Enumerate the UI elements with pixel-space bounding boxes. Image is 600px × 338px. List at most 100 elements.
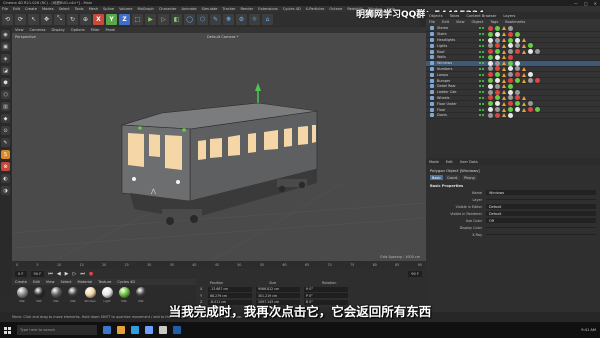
material-tag-icon[interactable] [495, 60, 500, 66]
tool-icon-18[interactable]: ⚙ [236, 13, 247, 25]
material-tag-icon[interactable] [515, 66, 520, 72]
taskbar-app-icon[interactable] [145, 326, 153, 334]
material-tag-icon[interactable] [508, 66, 513, 72]
phong-tag-icon[interactable] [502, 101, 506, 106]
phong-tag-icon[interactable] [502, 72, 506, 77]
material-tag-icon[interactable] [495, 31, 500, 37]
material-menu-material[interactable]: Material [78, 280, 93, 284]
left-tool-icon-1[interactable]: ▣ [1, 42, 10, 51]
menu-item-select[interactable]: Select [59, 7, 70, 11]
tool-icon-11[interactable]: ▶ [145, 13, 156, 25]
visibility-dots[interactable] [479, 79, 484, 82]
step-forward-icon[interactable]: ▷ [73, 271, 77, 277]
menu-item-mesh[interactable]: Mesh [89, 7, 98, 11]
visibility-dots[interactable] [479, 102, 484, 105]
tool-icon-20[interactable]: ⌂ [262, 13, 273, 25]
material-tag-icon[interactable] [495, 25, 500, 31]
menu-item-animate[interactable]: Animate [182, 7, 197, 11]
material-tag-icon[interactable] [495, 78, 500, 84]
step-back-icon[interactable]: ◀ [57, 271, 61, 277]
material-tag-icon[interactable] [488, 101, 493, 107]
material-tag-icon[interactable] [488, 78, 493, 84]
x-axis-lock-icon[interactable]: X [93, 13, 104, 25]
material-tag-icon[interactable] [495, 101, 500, 107]
material-tag-icon[interactable] [495, 43, 500, 49]
timeline-current-field[interactable]: 90 F [30, 271, 45, 277]
tool-icon-3[interactable]: ✥ [41, 13, 52, 25]
visibility-dots[interactable] [479, 114, 484, 117]
viewport-menu-display[interactable]: Display [52, 28, 65, 32]
material-tag-icon[interactable] [508, 83, 513, 89]
menu-item-cycles-4d[interactable]: Cycles 4D [283, 7, 301, 11]
material-tag-icon[interactable] [528, 49, 533, 55]
phong-tag-icon[interactable] [522, 72, 526, 77]
material-tag-icon[interactable] [488, 83, 493, 89]
visibility-dots[interactable] [479, 73, 484, 76]
tool-icon-10[interactable]: ⬚ [132, 13, 143, 25]
property-value[interactable]: Default [486, 204, 596, 209]
property-value[interactable]: Off [486, 218, 596, 223]
material-menu-texture[interactable]: Texture [98, 280, 111, 284]
close-button[interactable]: ✕ [594, 1, 597, 6]
phong-tag-icon[interactable] [502, 90, 506, 95]
left-tool-icon-7[interactable]: ◆ [1, 114, 10, 123]
viewport[interactable]: Perspective Default Camera * ⋀ Grid Spac… [12, 33, 426, 261]
maximize-button[interactable]: □ [584, 1, 588, 6]
taskbar-app-icon[interactable] [117, 326, 125, 334]
phong-tag-icon[interactable] [502, 84, 506, 89]
visibility-dots[interactable] [479, 67, 484, 70]
material-tag-icon[interactable] [508, 101, 513, 107]
menu-item-simulate[interactable]: Simulate [202, 7, 218, 11]
tool-icon-16[interactable]: ✎ [210, 13, 221, 25]
left-tool-icon-0[interactable]: ◉ [1, 30, 10, 39]
visibility-dots[interactable] [479, 38, 484, 41]
tool-icon-17[interactable]: ❋ [223, 13, 234, 25]
phong-tag-icon[interactable] [522, 49, 526, 54]
phong-tag-icon[interactable] [522, 78, 526, 83]
material-tag-icon[interactable] [508, 37, 513, 43]
material-tag-icon[interactable] [508, 25, 513, 31]
material-tag-icon[interactable] [508, 78, 513, 84]
property-value[interactable] [486, 227, 596, 228]
viewport-menu-panel[interactable]: Panel [106, 28, 116, 32]
tool-icon-15[interactable]: ⬡ [197, 13, 208, 25]
object-row[interactable]: Doors [426, 112, 600, 119]
taskbar-app-icon[interactable] [131, 326, 139, 334]
material-tag-icon[interactable] [495, 83, 500, 89]
material-menu-cycles-4d[interactable]: Cycles 4D [117, 280, 135, 284]
attr-subtab-phong[interactable]: Phong [462, 175, 477, 180]
attr-tab-user-data[interactable]: User Data [460, 160, 478, 164]
visibility-dots[interactable] [479, 33, 484, 36]
train-model[interactable]: ⋀ [12, 33, 426, 261]
left-tool-icon-2[interactable]: ◈ [1, 54, 10, 63]
attr-tab-mode[interactable]: Mode [429, 160, 439, 164]
material-tag-icon[interactable] [508, 89, 513, 95]
material-tag-icon[interactable] [495, 49, 500, 55]
phong-tag-icon[interactable] [502, 61, 506, 66]
material-tag-icon[interactable] [515, 95, 520, 101]
material-menu-view[interactable]: View [46, 280, 55, 284]
viewport-menu-filter[interactable]: Filter [91, 28, 100, 32]
viewport-menu-cameras[interactable]: Cameras [30, 28, 46, 32]
menu-item-create[interactable]: Create [25, 7, 37, 11]
phong-tag-icon[interactable] [502, 43, 506, 48]
left-tool-icon-8[interactable]: ⊙ [1, 126, 10, 135]
material-tag-icon[interactable] [495, 66, 500, 72]
material-tag-icon[interactable] [508, 95, 513, 101]
attr-tab-edit[interactable]: Edit [446, 160, 453, 164]
menu-item-volume[interactable]: Volume [119, 7, 132, 11]
phong-tag-icon[interactable] [502, 78, 506, 83]
material-tag-icon[interactable] [508, 43, 513, 49]
material-tag-icon[interactable] [508, 31, 513, 37]
material-tag-icon[interactable] [488, 95, 493, 101]
material-tag-icon[interactable] [528, 101, 533, 107]
phong-tag-icon[interactable] [522, 95, 526, 100]
material-tag-icon[interactable] [508, 72, 513, 78]
menu-item-file[interactable]: File [2, 7, 8, 11]
phong-tag-icon[interactable] [522, 66, 526, 71]
property-value[interactable]: Windows [486, 190, 596, 195]
phong-tag-icon[interactable] [502, 55, 506, 60]
menu-item-tools[interactable]: Tools [75, 7, 84, 11]
tab-layers[interactable]: Layers [503, 14, 515, 18]
object-menu-object[interactable]: Object [472, 20, 484, 24]
